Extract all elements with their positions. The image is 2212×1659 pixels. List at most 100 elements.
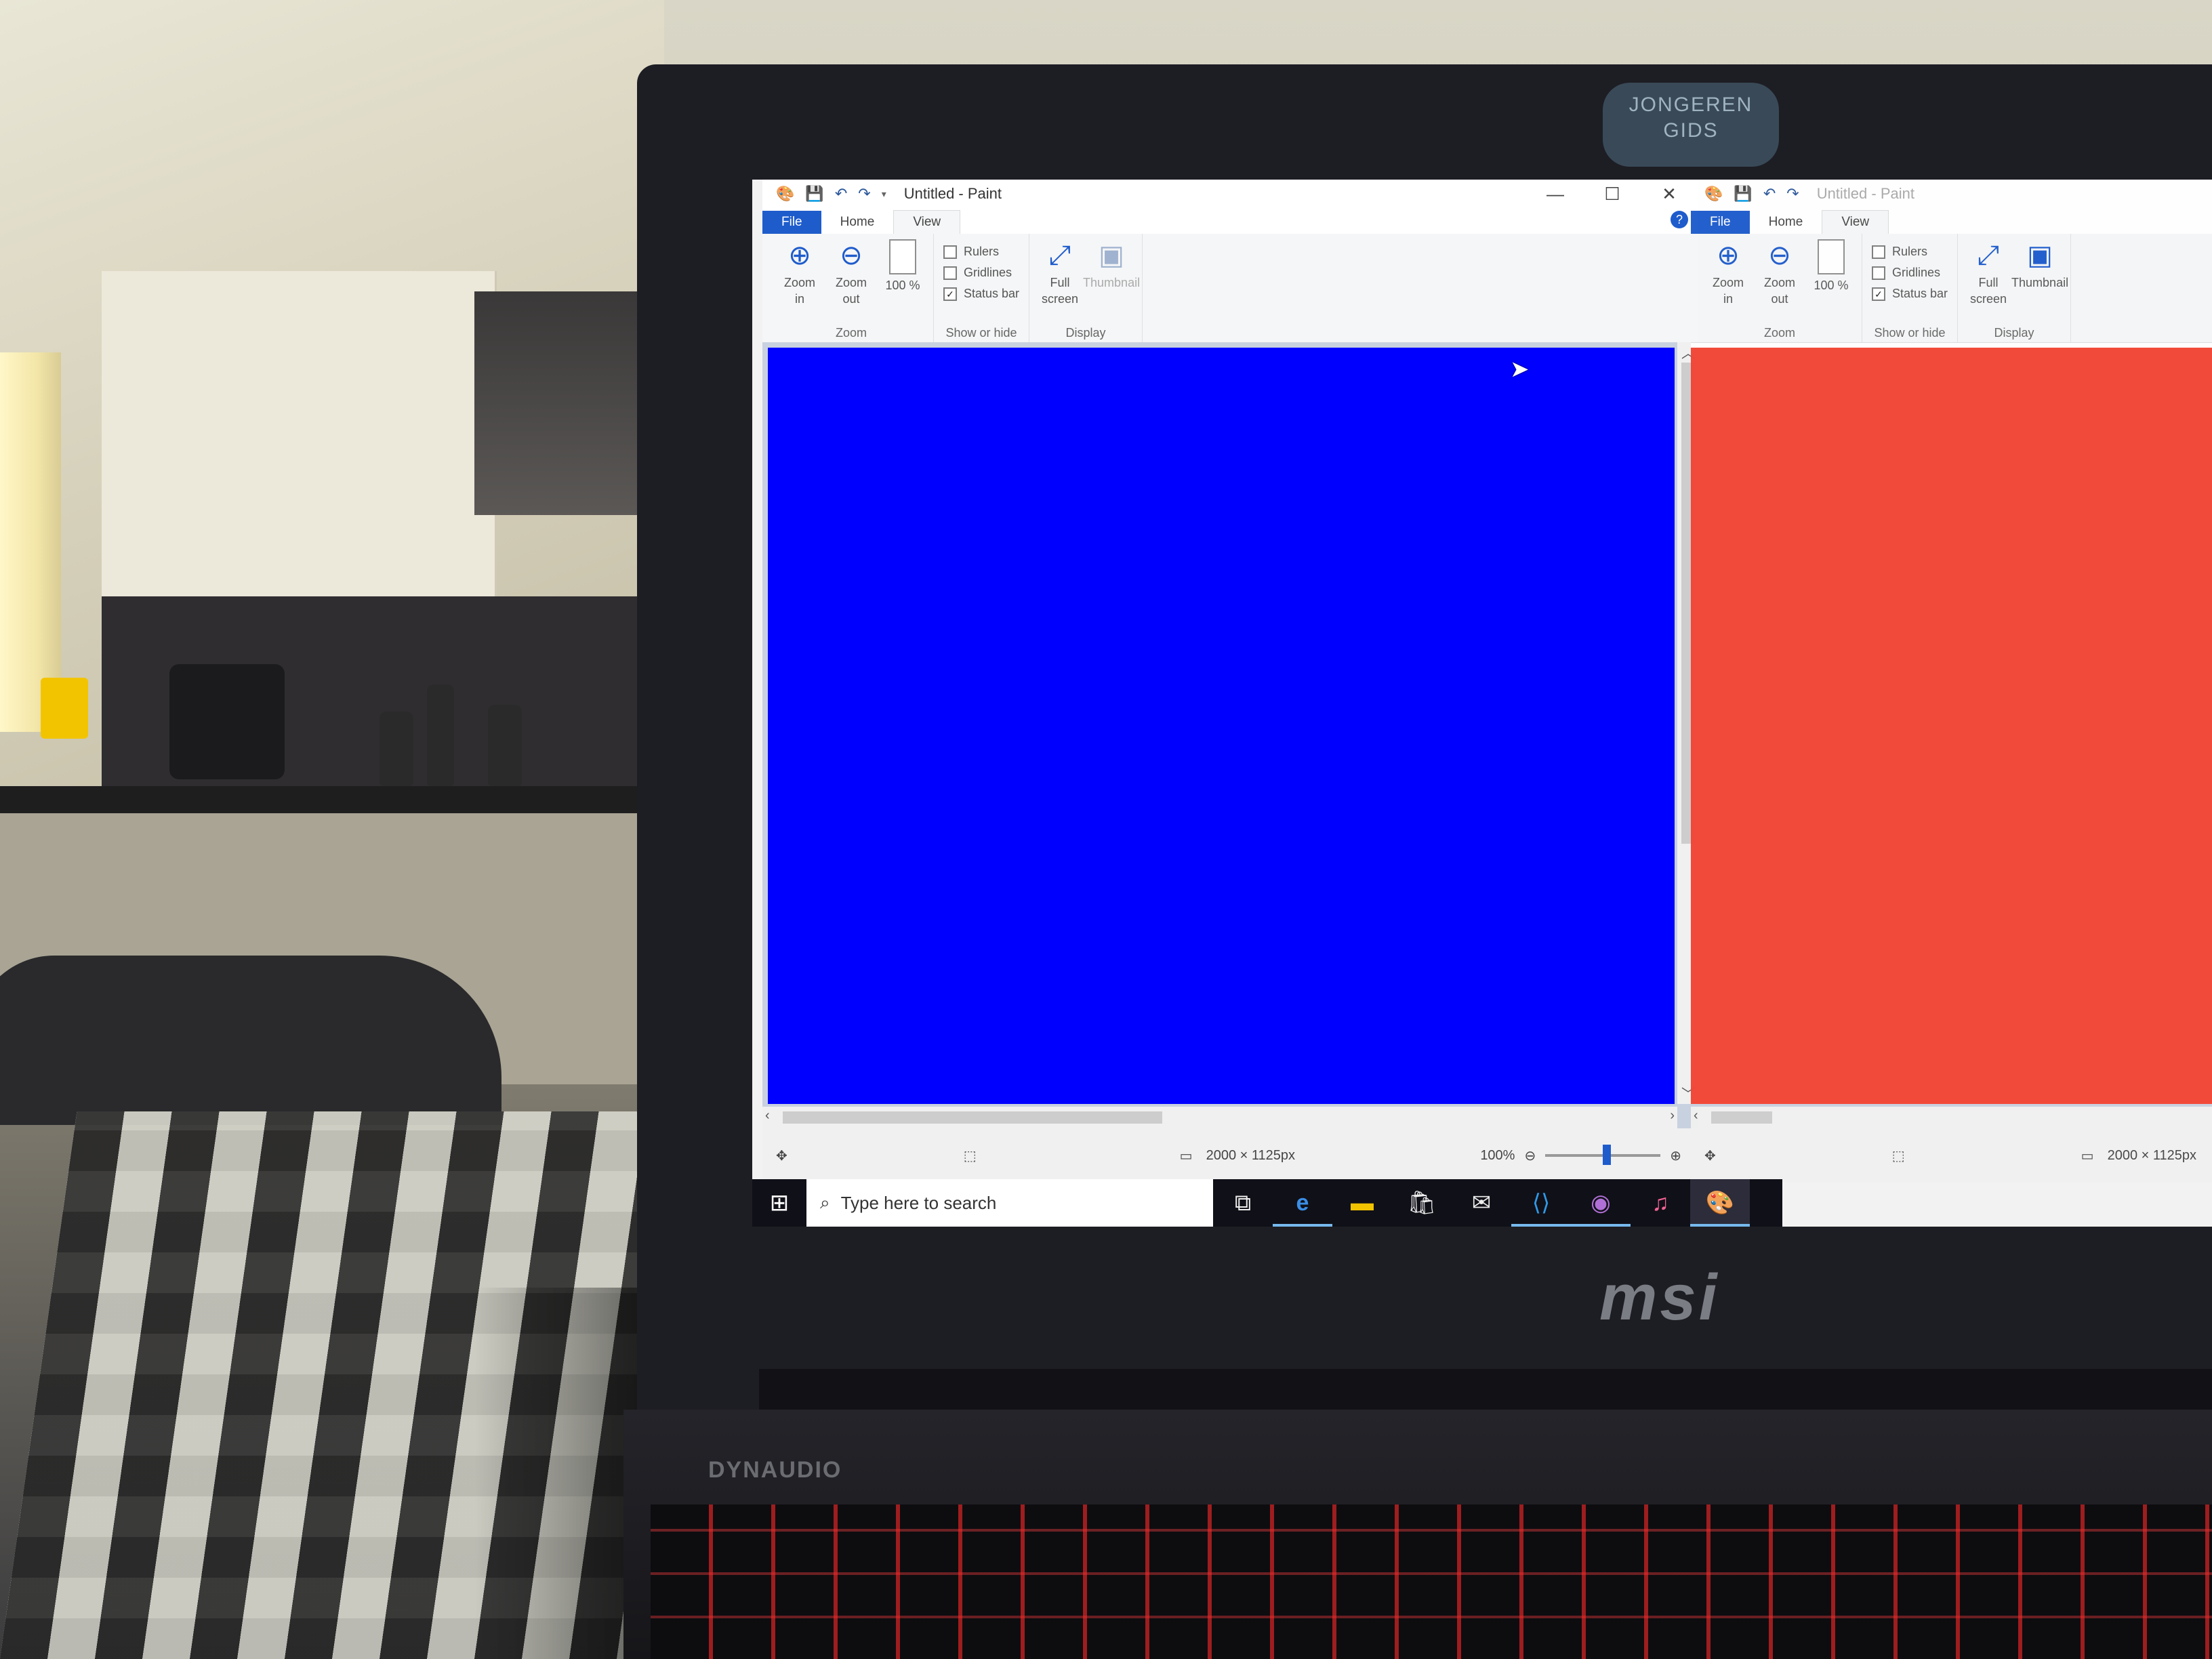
tab-home[interactable]: Home <box>1750 211 1822 234</box>
vscode-icon[interactable]: ⟨⟩ <box>1511 1179 1571 1227</box>
status-bar: ✥ ⬚ ▭ 2000 × 1125px 100% ⊖ ⊕ <box>762 1128 1698 1183</box>
undo-icon[interactable]: ↶ <box>835 185 847 203</box>
checkbox-box[interactable]: ✓ <box>1872 287 1885 301</box>
checkbox-box[interactable] <box>943 266 957 280</box>
zoom-minus-icon[interactable]: ⊖ <box>1524 1147 1536 1164</box>
mail-icon[interactable]: ✉ <box>1452 1179 1511 1227</box>
gridlines-checkbox[interactable]: Gridlines <box>1872 266 1948 280</box>
help-icon[interactable]: ? <box>1671 211 1688 228</box>
itunes-icon[interactable]: ♫ <box>1631 1179 1690 1227</box>
rulers-checkbox[interactable]: Rulers <box>1872 245 1948 259</box>
customize-toolbar-icon[interactable]: ▾ <box>882 188 886 200</box>
zoom-slider[interactable] <box>1545 1145 1661 1165</box>
minimize-button[interactable]: — <box>1527 184 1584 205</box>
store-icon[interactable]: 🛍 <box>1392 1179 1452 1227</box>
drawing-canvas[interactable] <box>768 348 1675 1104</box>
status-bar-checkbox[interactable]: ✓ Status bar <box>943 287 1019 301</box>
full-screen-button[interactable]: ⤢ Full screen <box>1039 239 1081 326</box>
tab-view[interactable]: View <box>893 210 961 234</box>
full-screen-label: Full screen <box>1970 276 2007 306</box>
ribbon-tabs: File Home View <box>1691 208 2212 234</box>
title-bar[interactable]: 🎨 💾 ↶ ↷ Untitled - Paint <box>1691 180 2212 208</box>
canvas-workspace: ︿ ﹀ ‹ › <box>762 342 1698 1128</box>
checkbox-label: Status bar <box>1892 287 1948 300</box>
display-group: ⤢ Full screen ▣ Thumbnail Display <box>1029 234 1143 342</box>
scroll-left-icon[interactable]: ‹ <box>1694 1108 1698 1124</box>
tab-file[interactable]: File <box>762 211 821 234</box>
kitchen-cabinet <box>102 271 337 596</box>
scroll-thumb[interactable] <box>783 1111 1162 1124</box>
paint-window-main: 🎨 💾 ↶ ↷ ▾ Untitled - Paint — ☐ ✕ File Ho… <box>762 180 1698 1183</box>
paint-app-icon[interactable]: 🎨 <box>1704 185 1723 203</box>
checkbox-label: Gridlines <box>964 266 1012 279</box>
bezel-sticker: JONGEREN GIDS <box>1603 83 1779 167</box>
gridlines-checkbox[interactable]: Gridlines <box>943 266 1019 280</box>
thumbnail-button[interactable]: ▣ Thumbnail <box>1083 239 1140 326</box>
github-icon[interactable]: ◉ <box>1571 1179 1631 1227</box>
tab-home[interactable]: Home <box>821 211 894 234</box>
zoom-out-button[interactable]: ⊖ Zoom out <box>1759 239 1801 326</box>
zoom-in-label: Zoom in <box>1712 276 1744 306</box>
chair-back <box>0 956 501 1125</box>
paint-app-icon[interactable]: 🎨 <box>776 185 794 203</box>
range-hood <box>474 291 637 515</box>
mouse-cursor-icon: ➤ <box>1510 356 1530 382</box>
thumbnail-label: Thumbnail <box>1083 276 1141 289</box>
windows-start-icon[interactable]: ⊞ <box>752 1179 806 1227</box>
zoom-out-label: Zoom out <box>835 276 867 306</box>
ribbon-view: ⊕ Zoom in ⊖ Zoom out 100 % Zoom Rulers G… <box>1691 234 2212 343</box>
title-bar[interactable]: 🎨 💾 ↶ ↷ ▾ Untitled - Paint — ☐ ✕ <box>762 180 1698 208</box>
zoom-plus-icon[interactable]: ⊕ <box>1670 1147 1681 1164</box>
search-box[interactable]: ⌕ Type here to search <box>806 1179 1213 1227</box>
checkbox-box[interactable] <box>1872 266 1885 280</box>
save-icon[interactable]: 💾 <box>1734 185 1752 203</box>
zoom-out-icon: ⊖ <box>1768 241 1791 270</box>
redo-icon[interactable]: ↷ <box>858 185 870 203</box>
status-bar-checkbox[interactable]: ✓ Status bar <box>1872 287 1948 301</box>
group-label: Show or hide <box>1874 326 1946 340</box>
horizontal-scrollbar[interactable]: ‹ › <box>762 1107 1677 1128</box>
horizontal-scrollbar[interactable]: ‹ <box>1691 1107 2212 1128</box>
drawing-canvas[interactable] <box>1691 348 2212 1104</box>
maximize-button[interactable]: ☐ <box>1584 184 1641 205</box>
full-screen-button[interactable]: ⤢ Full screen <box>1967 239 2009 326</box>
file-explorer-icon[interactable]: ▬ <box>1332 1179 1392 1227</box>
tab-file[interactable]: File <box>1691 211 1750 234</box>
paint-icon[interactable]: 🎨 <box>1690 1179 1750 1227</box>
zoom-100-button[interactable]: 100 % <box>882 239 924 326</box>
task-view-icon[interactable]: ⧉ <box>1213 1179 1273 1227</box>
thumbnail-label: Thumbnail <box>2011 276 2069 289</box>
zoom-in-button[interactable]: ⊕ Zoom in <box>1707 239 1749 326</box>
zoom-level: 100% <box>1480 1147 1515 1163</box>
bottle <box>427 684 454 786</box>
zoom-out-button[interactable]: ⊖ Zoom out <box>830 239 872 326</box>
image-size: 2000 × 1125px <box>1206 1147 1295 1163</box>
zoom-100-button[interactable]: 100 % <box>1810 239 1852 326</box>
close-button[interactable]: ✕ <box>1641 184 1698 205</box>
checkbox-box[interactable] <box>943 245 957 259</box>
checkbox-label: Rulers <box>1892 245 1928 258</box>
save-icon[interactable]: 💾 <box>805 185 823 203</box>
redo-icon[interactable]: ↷ <box>1786 185 1799 203</box>
checkbox-box[interactable] <box>1872 245 1885 259</box>
move-cursor-icon: ✥ <box>776 1148 787 1164</box>
selection-icon: ⬚ <box>963 1148 977 1164</box>
zoom-in-button[interactable]: ⊕ Zoom in <box>779 239 821 326</box>
scroll-thumb[interactable] <box>1711 1111 1772 1124</box>
scroll-left-icon[interactable]: ‹ <box>765 1108 770 1124</box>
rulers-checkbox[interactable]: Rulers <box>943 245 1019 259</box>
group-label: Display <box>1065 326 1106 340</box>
thumbnail-button[interactable]: ▣ Thumbnail <box>2011 239 2068 326</box>
checkbox-box[interactable]: ✓ <box>943 287 957 301</box>
page-icon <box>1818 239 1845 274</box>
edge-icon[interactable]: e <box>1273 1179 1332 1227</box>
zoom-slider-thumb[interactable] <box>1603 1145 1612 1165</box>
undo-icon[interactable]: ↶ <box>1763 185 1776 203</box>
group-label: Display <box>1994 326 2034 340</box>
zoom-in-icon: ⊕ <box>1717 241 1740 270</box>
group-label: Show or hide <box>945 326 1017 340</box>
tab-view[interactable]: View <box>1822 210 1889 234</box>
scroll-right-icon[interactable]: › <box>1670 1108 1675 1124</box>
zoom-out-label: Zoom out <box>1763 276 1795 306</box>
laptop-hinge <box>759 1369 2212 1410</box>
